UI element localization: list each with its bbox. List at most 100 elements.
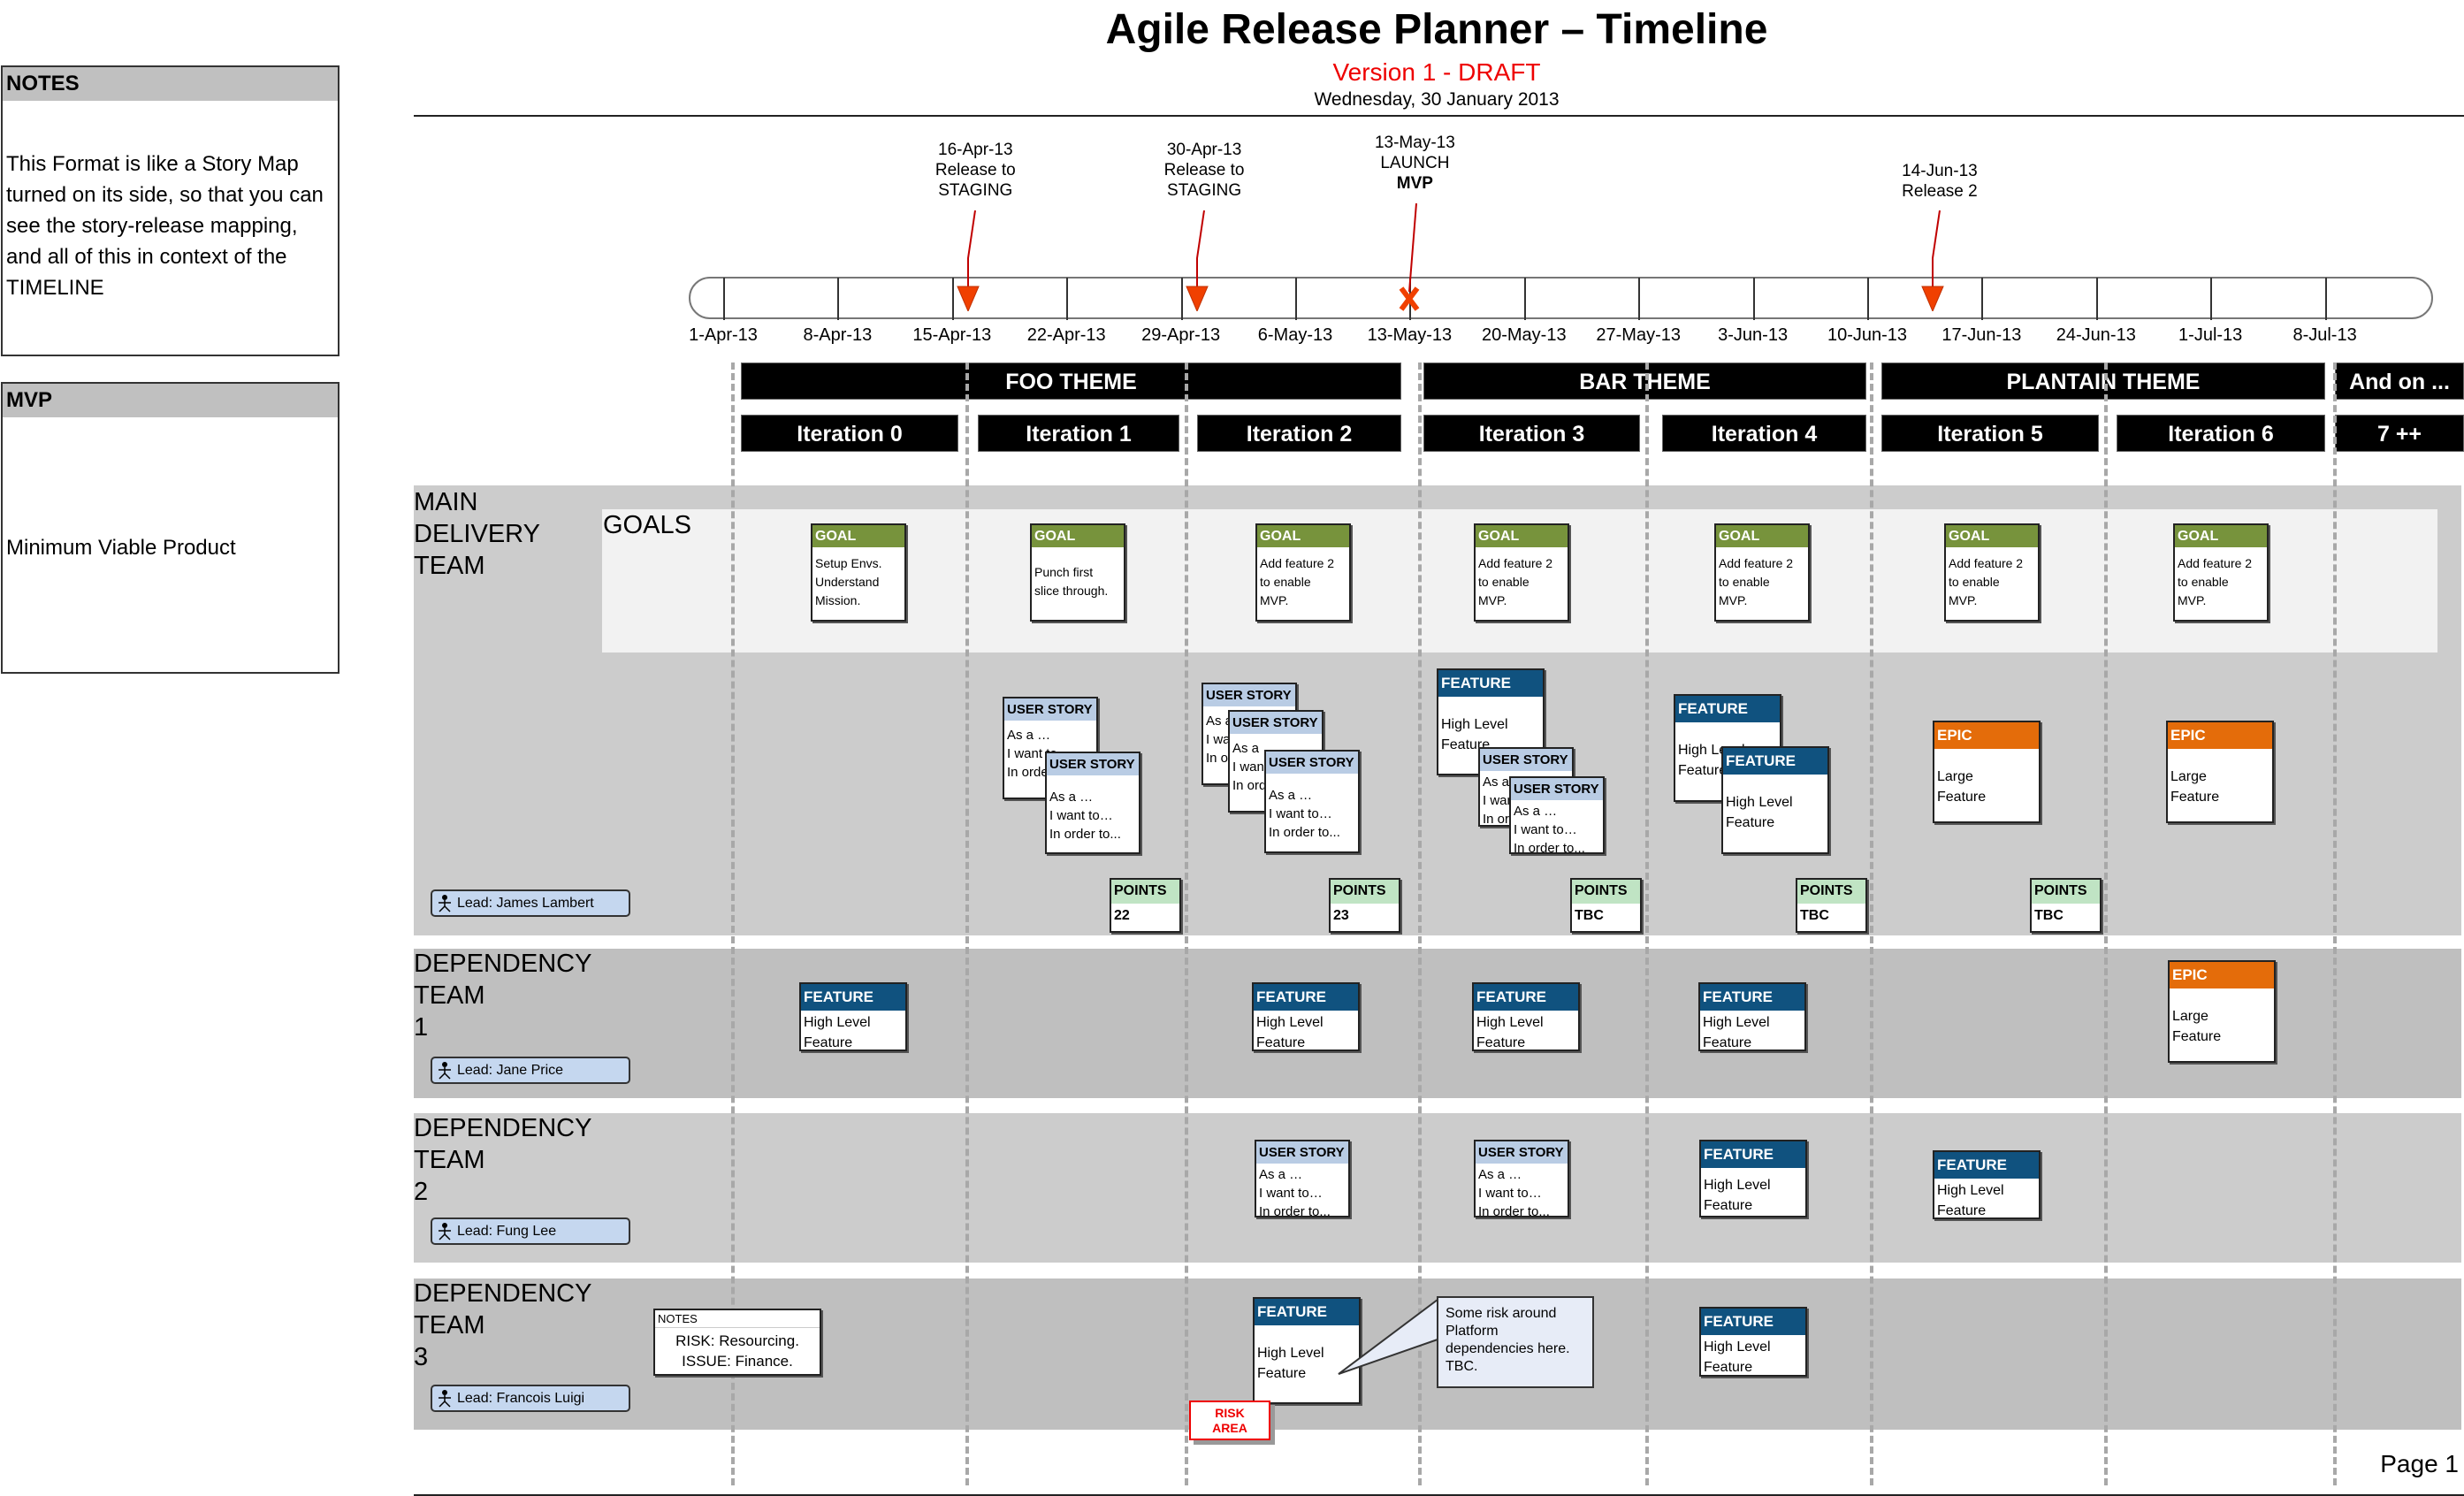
card-type: GOAL [2175, 525, 2267, 547]
feature-card[interactable]: FEATURE High Level Feature [1252, 982, 1360, 1051]
lane-dependency-1 [414, 949, 2461, 1098]
card-text: As a … [1259, 1167, 1303, 1182]
goal-card[interactable]: GOAL Add feature 2 to enable MVP. [1714, 523, 1810, 622]
feature-card[interactable]: FEATURE High Level Feature [1721, 746, 1829, 854]
iteration-3: Iteration 3 [1423, 415, 1640, 452]
launch-cross-icon [1399, 203, 1420, 311]
lane-dep2-label: DEPENDENCY TEAM 2 [414, 1112, 591, 1208]
iteration-divider [2333, 363, 2337, 1485]
card-text: In order to... [1259, 1204, 1331, 1217]
lane-label-line: TEAM [414, 981, 485, 1010]
lane-label-line: TEAM [414, 1311, 485, 1340]
card-type: FEATURE [1675, 696, 1780, 722]
goal-card[interactable]: GOAL Punch first slice through. [1030, 523, 1125, 622]
user-story-card[interactable]: USER STORY As a … I want to… In order to... [1474, 1140, 1569, 1217]
card-type: FEATURE [801, 984, 905, 1011]
card-type: FEATURE [1700, 984, 1804, 1011]
goal-card[interactable]: GOAL Add feature 2 to enable MVP. [1474, 523, 1569, 622]
lead-badge-dep2[interactable]: Lead: Fung Lee [431, 1217, 630, 1245]
goal-card[interactable]: GOAL Add feature 2 to enable MVP. [1944, 523, 2040, 622]
feature-card[interactable]: FEATURE High Level Feature [799, 982, 907, 1051]
feature-card[interactable]: FEATURE High Level Feature [1699, 1140, 1807, 1217]
card-text: High Level [1726, 795, 1793, 810]
milestone-date: 13-May-13 [1374, 134, 1455, 152]
card-type: FEATURE [1701, 1309, 1805, 1335]
card-text: As a … [1514, 804, 1558, 819]
timeline-tick [1523, 278, 1526, 320]
card-type: GOAL [1032, 525, 1124, 547]
lane-label-line: TEAM [414, 552, 485, 580]
card-type: USER STORY [1480, 749, 1572, 771]
points-card: POINTS TBC [2030, 878, 2102, 933]
card-type: EPIC [1934, 722, 2039, 749]
points-value: TBC [1575, 908, 1604, 923]
timeline-tick-label: 6-May-13 [1257, 325, 1333, 345]
callout-text: TBC. [1446, 1359, 1478, 1374]
card-type: FEATURE [1254, 984, 1358, 1011]
lead-badge-dep1[interactable]: Lead: Jane Price [431, 1057, 630, 1084]
timeline-tick-label: 8-Apr-13 [803, 325, 873, 345]
iteration-0: Iteration 0 [741, 415, 958, 452]
card-type: GOAL [1257, 525, 1349, 547]
callout-text: Platform [1446, 1324, 1499, 1339]
user-story-card[interactable]: USER STORY As a … I want to… In order to..… [1509, 776, 1605, 854]
page-title: Agile Release Planner – Timeline [1105, 6, 1768, 53]
card-text: I want to… [1049, 808, 1113, 823]
lane-label-line: TEAM [414, 1146, 485, 1174]
card-text: High Level [804, 1015, 871, 1030]
card-text: As a … [1007, 728, 1051, 743]
timeline-tick [1981, 278, 1984, 320]
callout-text: Some risk around [1446, 1306, 1557, 1321]
card-text: High Level [1704, 1340, 1771, 1355]
card-text: Feature [1937, 790, 1987, 805]
card-text: In order to... [1478, 1204, 1550, 1217]
notes-line: see the story-release mapping, [6, 214, 298, 238]
card-text: to enable [2178, 575, 2229, 589]
card-text: High Level [1704, 1178, 1771, 1193]
epic-card[interactable]: EPIC Large Feature [1933, 721, 2041, 823]
date-label: Wednesday, 30 January 2013 [1314, 89, 1560, 110]
mvp-panel-title: MVP [3, 384, 338, 417]
milestone-date: 14-Jun-13 [1902, 162, 1978, 180]
notes-panel-title: NOTES [3, 67, 338, 101]
feature-card[interactable]: FEATURE High Level Feature [1472, 982, 1580, 1051]
iteration-6: Iteration 6 [2117, 415, 2325, 452]
card-text: Add feature 2 [2178, 556, 2253, 570]
lead-name: Lead: Francois Luigi [457, 1391, 585, 1406]
goal-card[interactable]: GOAL Add feature 2 to enable MVP. [2173, 523, 2269, 622]
timeline-tick [1752, 278, 1755, 320]
lane-dep3-label: DEPENDENCY TEAM 3 [414, 1278, 591, 1373]
card-text: Setup Envs. [815, 556, 882, 570]
notes-card[interactable]: NOTES RISK: Resourcing. ISSUE: Finance. [653, 1309, 821, 1376]
milestone-date: 30-Apr-13 [1166, 141, 1242, 159]
milestone-text: Release to [934, 161, 1016, 179]
card-text: Add feature 2 [1949, 556, 2024, 570]
lead-badge-dep3[interactable]: Lead: Francois Luigi [431, 1385, 630, 1412]
user-story-card[interactable]: USER STORY As a … I want to… In order to..… [1264, 750, 1360, 853]
lead-badge-main[interactable]: Lead: James Lambert [431, 889, 630, 917]
note-text: ISSUE: Finance. [682, 1353, 793, 1370]
feature-card[interactable]: FEATURE High Level Feature [1698, 982, 1806, 1051]
milestone-label: 16-Apr-13 Release to STAGING [904, 140, 1046, 201]
epic-card[interactable]: EPIC Large Feature [2168, 960, 2276, 1063]
timeline-tick [1066, 278, 1069, 320]
epic-card[interactable]: EPIC Large Feature [2166, 721, 2274, 823]
feature-card[interactable]: FEATURE High Level Feature [1933, 1150, 2041, 1219]
card-text: As a … [1478, 1167, 1522, 1182]
goal-card[interactable]: GOAL Add feature 2 to enable MVP. [1255, 523, 1351, 622]
notes-line: and all of this in context of the [6, 245, 287, 269]
user-story-card[interactable]: USER STORY As a … I want to… In order to..… [1045, 752, 1140, 854]
milestone-label: 13-May-13 LAUNCH MVP [1344, 133, 1485, 194]
timeline-tick-label: 15-Apr-13 [912, 325, 992, 345]
card-text: Feature [1704, 1360, 1753, 1375]
card-text: High Level [1937, 1183, 2004, 1198]
card-text: High Level [1703, 1015, 1770, 1030]
theme-foo: FOO THEME [741, 363, 1401, 400]
milestone-label: 30-Apr-13 Release to STAGING [1133, 140, 1275, 201]
user-story-card[interactable]: USER STORY As a … I want to… In order to... [1255, 1140, 1350, 1217]
feature-card[interactable]: FEATURE High Level Feature [1699, 1307, 1807, 1377]
points-card: POINTS TBC [1570, 878, 1642, 933]
timeline-tick-label: 27-May-13 [1596, 325, 1681, 345]
lane-label-line: 3 [414, 1343, 429, 1371]
goal-card[interactable]: GOAL Setup Envs. Understand Mission. [811, 523, 906, 622]
